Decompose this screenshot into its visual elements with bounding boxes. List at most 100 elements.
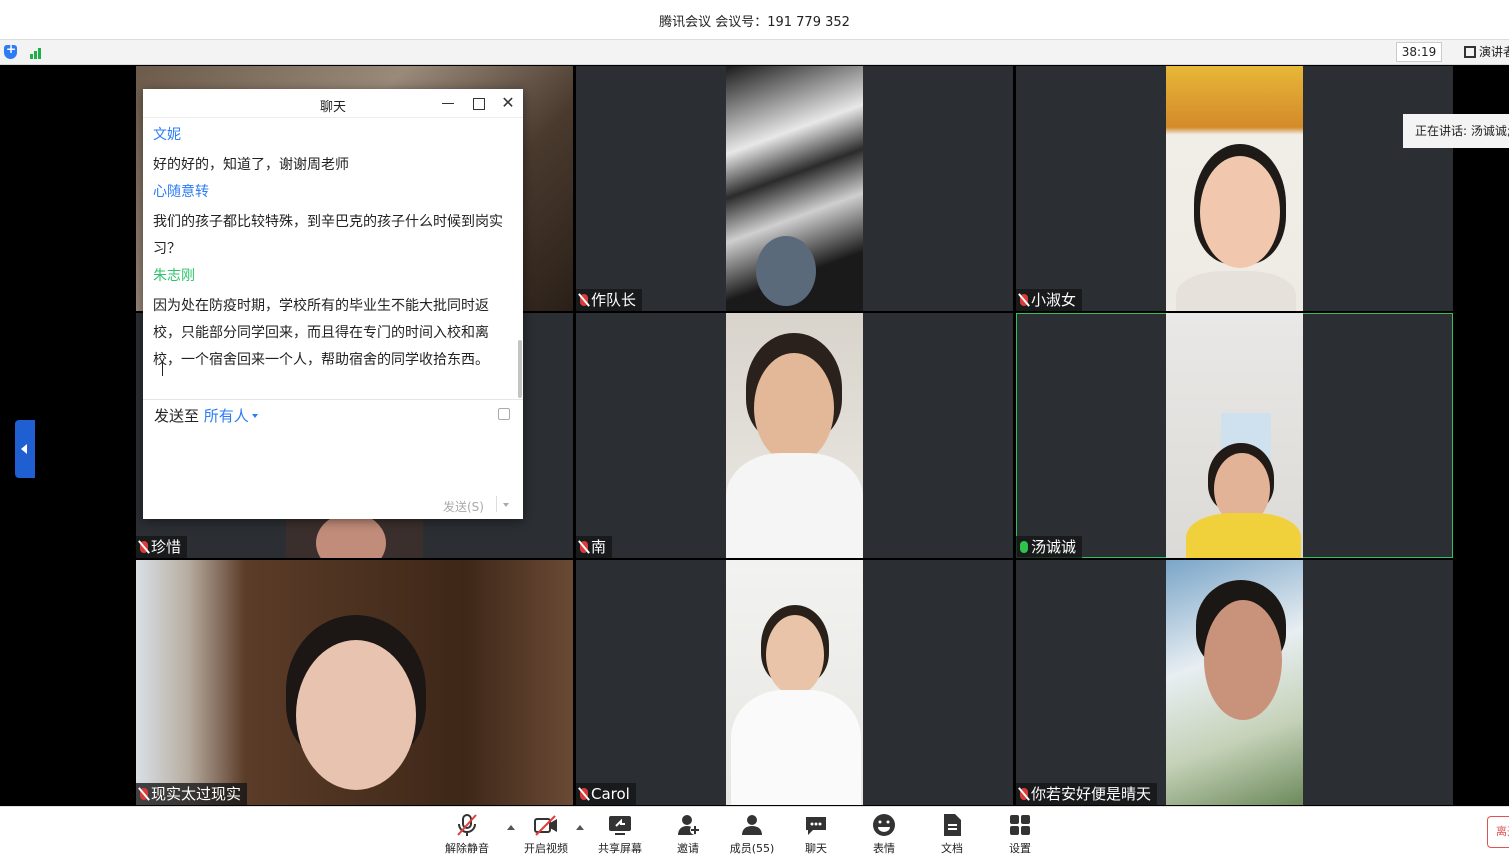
chat-label: 聊天 bbox=[805, 842, 827, 855]
participant-nametag: 作队长 bbox=[576, 289, 643, 311]
participant-tile[interactable]: 南 bbox=[576, 313, 1013, 558]
settings-label: 设置 bbox=[1009, 842, 1031, 855]
window-title: 腾讯会议 会议号：191 779 352 bbox=[659, 15, 850, 30]
screenshot-icon[interactable] bbox=[498, 408, 510, 420]
mic-active-icon bbox=[1020, 541, 1028, 553]
participant-video bbox=[1166, 313, 1303, 558]
add-user-icon bbox=[675, 813, 701, 837]
layout-icon bbox=[1464, 46, 1476, 58]
participant-video bbox=[1166, 560, 1303, 805]
unmute-label: 解除静音 bbox=[445, 842, 489, 855]
participant-name: 现实太过现实 bbox=[151, 785, 242, 803]
participant-face bbox=[1200, 156, 1280, 268]
chat-message: 好的好的，知道了，谢谢周老师 bbox=[153, 157, 349, 173]
invite-label: 邀请 bbox=[677, 842, 699, 855]
speaking-indicator: 正在讲话: 汤诚诚; bbox=[1403, 114, 1509, 148]
chat-message: 因为处在防疫时期，学校所有的毕业生不能大批同时返校，只能部分同学回来，而且得在专… bbox=[153, 298, 489, 368]
participant-nametag: 小淑女 bbox=[1016, 289, 1083, 311]
participant-tile[interactable]: 你若安好便是晴天 bbox=[1016, 560, 1453, 805]
collapse-sidebar-button[interactable] bbox=[15, 420, 35, 478]
mic-muted-icon bbox=[580, 541, 588, 553]
send-button[interactable]: 发送(S) bbox=[443, 498, 484, 515]
share-screen-label: 共享屏幕 bbox=[598, 842, 642, 855]
chat-button[interactable]: 聊天 bbox=[782, 813, 850, 856]
text-cursor-icon bbox=[162, 362, 164, 376]
participant-tile-active-speaker[interactable]: 汤诚诚 bbox=[1016, 313, 1453, 558]
unmute-button[interactable]: 解除静音 bbox=[433, 813, 501, 856]
participant-tile[interactable]: 现实太过现实 bbox=[136, 560, 573, 805]
members-button[interactable]: 成员(55) bbox=[718, 813, 786, 856]
dropdown-caret-icon bbox=[251, 414, 258, 418]
apps-grid-icon bbox=[1007, 813, 1033, 837]
participant-face bbox=[766, 615, 824, 695]
participant-nametag: 珍惜 bbox=[136, 536, 188, 558]
participant-head bbox=[756, 236, 816, 306]
participant-body bbox=[1186, 513, 1301, 558]
chat-sender: 心随意转 bbox=[153, 184, 209, 200]
docs-label: 文档 bbox=[941, 842, 963, 855]
title-bar: 腾讯会议 会议号：191 779 352 bbox=[0, 0, 1509, 40]
close-button[interactable]: ✕ bbox=[499, 94, 517, 112]
participant-tile[interactable]: 小淑女 bbox=[1016, 66, 1453, 311]
participant-face bbox=[1204, 600, 1282, 720]
participant-body bbox=[726, 453, 863, 558]
chat-message: 我们的孩子都比较特殊，到辛巴克的孩子什么时候到岗实习？ bbox=[153, 214, 503, 257]
participant-tile[interactable]: 作队长 bbox=[576, 66, 1013, 311]
participant-name: 你若安好便是晴天 bbox=[1031, 785, 1152, 803]
send-options-chevron-icon[interactable] bbox=[503, 503, 509, 507]
participant-face bbox=[316, 513, 386, 558]
send-divider bbox=[496, 496, 497, 512]
invite-button[interactable]: 邀请 bbox=[654, 813, 722, 856]
participant-face bbox=[754, 353, 834, 463]
mic-muted-icon bbox=[580, 294, 588, 306]
participant-body bbox=[731, 690, 861, 805]
speaker-view-button[interactable]: 演讲者 bbox=[1458, 42, 1509, 62]
participant-tile[interactable]: Carol bbox=[576, 560, 1013, 805]
participant-nametag: 现实太过现实 bbox=[136, 783, 248, 805]
share-screen-icon bbox=[607, 813, 633, 837]
leave-meeting-button[interactable]: 离开 bbox=[1487, 816, 1509, 848]
docs-button[interactable]: 文档 bbox=[918, 813, 986, 856]
share-screen-button[interactable]: 共享屏幕 bbox=[586, 813, 654, 856]
members-icon bbox=[739, 813, 765, 837]
reactions-label: 表情 bbox=[873, 842, 895, 855]
reactions-button[interactable]: 表情 bbox=[850, 813, 918, 856]
meeting-toolbar: 解除静音 开启视频 共享屏幕 邀请 成员(55) 聊天 表情 文档 设置 bbox=[0, 806, 1509, 857]
minimize-button[interactable] bbox=[439, 94, 457, 112]
mic-muted-icon bbox=[1020, 294, 1028, 306]
start-video-label: 开启视频 bbox=[524, 842, 568, 855]
chat-sender: 朱志刚 bbox=[153, 268, 195, 284]
participant-video bbox=[726, 66, 863, 311]
mic-muted-icon bbox=[580, 788, 588, 800]
participant-name: 小淑女 bbox=[1031, 291, 1077, 309]
participant-video bbox=[136, 560, 573, 805]
camera-off-icon bbox=[533, 813, 559, 837]
chat-header: 聊天 ✕ bbox=[143, 89, 523, 118]
mic-muted-icon bbox=[140, 541, 148, 553]
video-options-caret-icon[interactable] bbox=[576, 825, 584, 830]
chat-scrollbar[interactable] bbox=[518, 340, 522, 398]
network-signal-icon[interactable] bbox=[30, 45, 46, 59]
send-to-selector[interactable]: 发送至 所有人 bbox=[154, 405, 258, 426]
participant-name: 珍惜 bbox=[151, 538, 182, 556]
start-video-button[interactable]: 开启视频 bbox=[512, 813, 580, 856]
chat-message-list: 文妮 好的好的，知道了，谢谢周老师 心随意转 我们的孩子都比较特殊，到辛巴克的孩… bbox=[153, 125, 515, 425]
send-to-target[interactable]: 所有人 bbox=[204, 407, 249, 425]
participant-video bbox=[726, 560, 863, 805]
participant-video bbox=[1166, 66, 1303, 311]
info-bar: 38:19 演讲者 bbox=[0, 40, 1509, 65]
participant-name: Carol bbox=[591, 785, 630, 803]
mic-muted-icon bbox=[454, 813, 480, 837]
participant-video bbox=[726, 313, 863, 558]
participant-name: 汤诚诚 bbox=[1031, 538, 1077, 556]
mic-muted-icon bbox=[1020, 788, 1028, 800]
meeting-timer: 38:19 bbox=[1396, 42, 1442, 62]
chat-divider bbox=[143, 399, 523, 400]
settings-button[interactable]: 设置 bbox=[986, 813, 1054, 856]
document-icon bbox=[939, 813, 965, 837]
participant-nametag: 南 bbox=[576, 536, 613, 558]
participant-name: 南 bbox=[591, 538, 607, 556]
maximize-button[interactable] bbox=[469, 94, 487, 112]
security-shield-icon[interactable] bbox=[4, 42, 17, 59]
participant-body bbox=[1176, 271, 1296, 311]
